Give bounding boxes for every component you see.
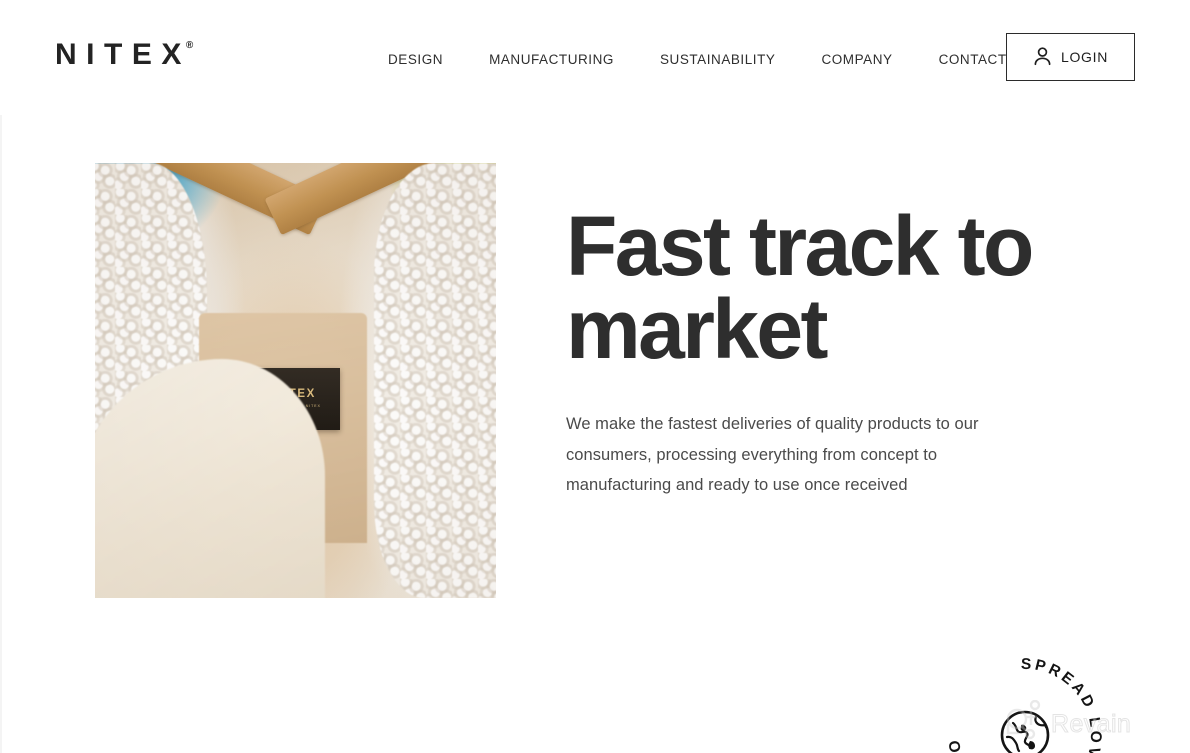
product-photo: NITEX DESIGNED BY NITEX — [95, 163, 496, 598]
registered-trademark-icon: ® — [185, 40, 194, 51]
login-button[interactable]: LOGIN — [1006, 33, 1135, 81]
login-button-label: LOGIN — [1060, 49, 1109, 65]
main-navigation: DESIGN MANUFACTURING SUSTAINABILITY COMP… — [388, 48, 1007, 71]
nav-item-design[interactable]: DESIGN — [388, 48, 443, 71]
hero-product-image: NITEX DESIGNED BY NITEX — [95, 163, 496, 598]
user-icon — [1033, 46, 1052, 69]
garment-cream-drape — [95, 359, 325, 598]
hero-copy: Fast track to market We make the fastest… — [566, 199, 1086, 501]
brand-wordmark: NITEX — [55, 38, 191, 71]
globe-icon — [1000, 710, 1050, 753]
page-title: Fast track to market — [566, 199, 1034, 377]
hero-description: We make the fastest deliveries of qualit… — [566, 415, 979, 495]
nav-item-manufacturing[interactable]: MANUFACTURING — [489, 48, 614, 71]
spread-love-badge: SPREAD LOVE, NOT POLLUTION · — [928, 632, 1115, 753]
nav-item-contact[interactable]: CONTACT — [939, 48, 1007, 71]
sherpa-collar-right — [374, 163, 496, 598]
brand-logo[interactable]: NITEX ® — [55, 40, 193, 70]
nav-item-company[interactable]: COMPANY — [821, 48, 892, 71]
nav-item-sustainability[interactable]: SUSTAINABILITY — [660, 48, 775, 71]
site-header: NITEX ® DESIGN MANUFACTURING SUSTAINABIL… — [0, 0, 1190, 115]
